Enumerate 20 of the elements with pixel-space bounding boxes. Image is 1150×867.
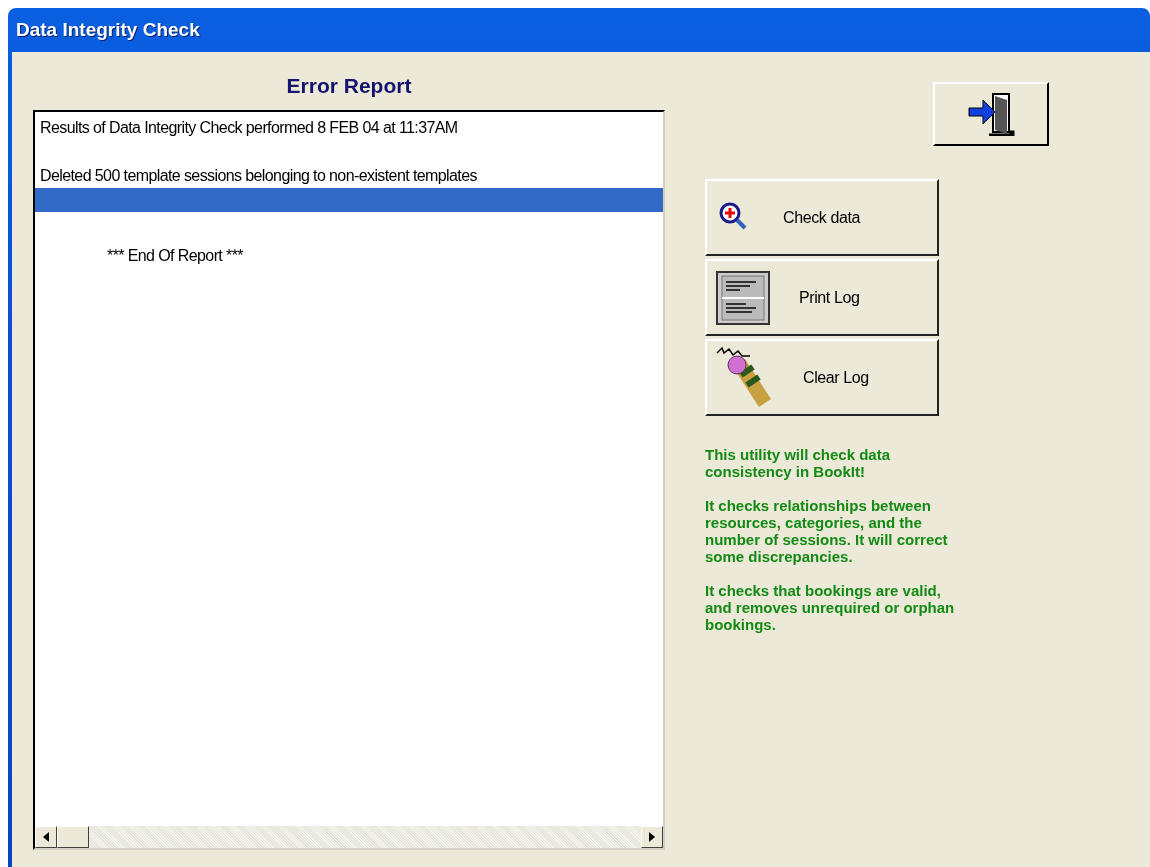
right-arrow-icon (649, 832, 655, 842)
info-paragraph: This utility will check data consistency in BookIt! (705, 446, 892, 480)
info-paragraph: It checks that bookings are valid, and removes unrequired or orphan bookings. (705, 582, 955, 633)
print-log-button[interactable]: Print Log (705, 259, 939, 336)
info-paragraph: It checks relationships between resources, categories, and the number of sessions. It will correct some discrepancies. (705, 497, 949, 565)
report-heading: Error Report (286, 74, 412, 98)
left-arrow-icon (43, 832, 49, 842)
clear-log-button[interactable]: Clear Log (705, 339, 939, 416)
exit-door-icon (967, 92, 1015, 136)
report-line[interactable]: *** End Of Report *** (35, 236, 663, 276)
report-line[interactable]: Results of Data Integrity Check performed 8 FEB 04 at 11:37AM (35, 116, 663, 140)
exit-button[interactable] (933, 82, 1049, 146)
check-data-button[interactable]: Check data (705, 179, 939, 256)
scroll-thumb[interactable] (57, 826, 89, 848)
horizontal-scrollbar[interactable] (35, 826, 663, 848)
scroll-left-button[interactable] (35, 826, 57, 848)
document-icon (715, 269, 771, 326)
window-title: Data Integrity Check (15, 18, 201, 42)
scroll-right-button[interactable] (641, 826, 663, 848)
report-line[interactable]: Deleted 500 template sessions belonging to non-existent templates (35, 164, 663, 188)
